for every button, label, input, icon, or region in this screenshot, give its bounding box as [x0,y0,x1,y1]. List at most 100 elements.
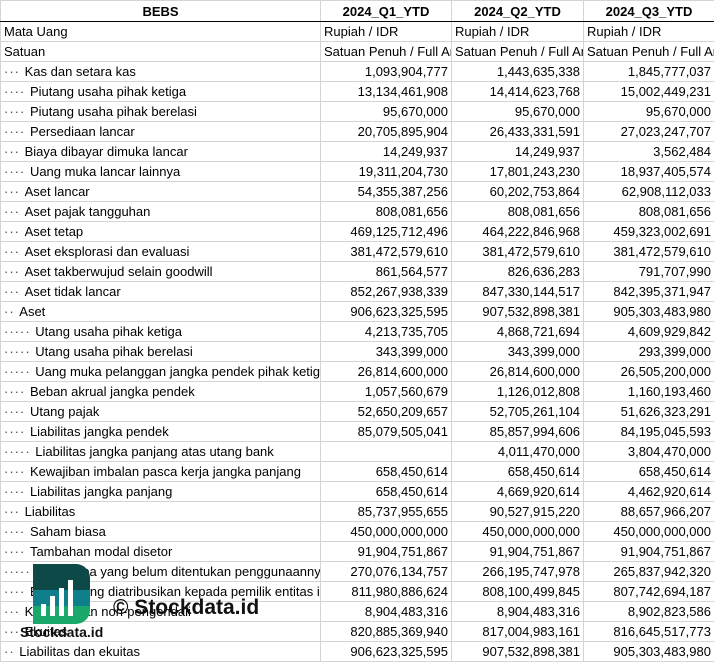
row-label[interactable]: ··· Aset tetap [1,222,321,242]
row-label[interactable]: ···· Liabilitas jangka panjang [1,482,321,502]
row-label[interactable]: ····· Uang muka pelanggan jangka pendek … [1,362,321,382]
value-cell[interactable]: 85,079,505,041 [321,422,452,442]
value-cell[interactable]: 1,057,560,679 [321,382,452,402]
value-cell[interactable]: 51,626,323,291 [584,402,714,422]
value-cell[interactable]: 95,670,000 [321,102,452,122]
value-cell[interactable]: 842,395,371,947 [584,282,714,302]
row-label[interactable]: ···· Uang muka lancar lainnya [1,162,321,182]
row-label[interactable]: ···· Piutang usaha pihak berelasi [1,102,321,122]
value-cell[interactable]: 381,472,579,610 [321,242,452,262]
value-cell[interactable]: 52,705,261,104 [452,402,584,422]
value-cell[interactable]: 90,527,915,220 [452,502,584,522]
value-cell[interactable]: 808,100,499,845 [452,582,584,602]
header-period-q2[interactable]: 2024_Q2_YTD [452,1,584,22]
row-label[interactable]: ··· Aset takberwujud selain goodwill [1,262,321,282]
value-cell[interactable]: 464,222,846,968 [452,222,584,242]
value-cell[interactable]: 808,081,656 [584,202,714,222]
row-label[interactable]: ··· Aset tidak lancar [1,282,321,302]
value-cell[interactable]: 817,004,983,161 [452,622,584,642]
value-cell[interactable]: 791,707,990 [584,262,714,282]
row-label[interactable]: ···· Saham biasa [1,522,321,542]
value-cell[interactable]: 52,650,209,657 [321,402,452,422]
value-cell[interactable]: 826,636,283 [452,262,584,282]
value-cell[interactable]: 905,303,483,980 [584,302,714,322]
row-label[interactable]: ··· Liabilitas [1,502,321,522]
value-cell[interactable]: 1,443,635,338 [452,62,584,82]
value-cell[interactable]: 13,134,461,908 [321,82,452,102]
row-label[interactable]: ···· Piutang usaha pihak ketiga [1,82,321,102]
value-cell[interactable]: 4,609,929,842 [584,322,714,342]
value-cell[interactable]: 808,081,656 [321,202,452,222]
value-cell[interactable]: 4,868,721,694 [452,322,584,342]
value-cell[interactable]: 8,904,483,316 [321,602,452,622]
value-cell[interactable]: 4,213,735,705 [321,322,452,342]
value-cell[interactable]: 811,980,886,624 [321,582,452,602]
row-label[interactable]: ···· Kewajiban imbalan pasca kerja jangk… [1,462,321,482]
row-label[interactable]: ····· Utang usaha pihak ketiga [1,322,321,342]
value-cell[interactable]: 20,705,895,904 [321,122,452,142]
row-label[interactable]: ·· Aset [1,302,321,322]
value-cell[interactable]: 8,904,483,316 [452,602,584,622]
value-cell[interactable]: 450,000,000,000 [321,522,452,542]
value-cell[interactable]: 1,093,904,777 [321,62,452,82]
value-cell[interactable]: 26,814,600,000 [321,362,452,382]
row-label[interactable]: ···· Tambahan modal disetor [1,542,321,562]
value-cell[interactable]: 27,023,247,707 [584,122,714,142]
value-cell[interactable]: 381,472,579,610 [584,242,714,262]
value-cell[interactable]: 62,908,112,033 [584,182,714,202]
cell[interactable]: Rupiah / IDR [321,22,452,42]
value-cell[interactable]: 3,562,484 [584,142,714,162]
row-label[interactable]: ··· Aset lancar [1,182,321,202]
value-cell[interactable]: 658,450,614 [321,462,452,482]
value-cell[interactable]: 907,532,898,381 [452,642,584,662]
header-period-q1[interactable]: 2024_Q1_YTD [321,1,452,22]
cell[interactable]: Satuan Penuh / Full Amount [584,42,714,62]
value-cell[interactable]: 19,311,204,730 [321,162,452,182]
value-cell[interactable]: 14,414,623,768 [452,82,584,102]
value-cell[interactable]: 907,532,898,381 [452,302,584,322]
value-cell[interactable]: 847,330,144,517 [452,282,584,302]
value-cell[interactable]: 88,657,966,207 [584,502,714,522]
value-cell[interactable]: 14,249,937 [452,142,584,162]
value-cell[interactable]: 26,814,600,000 [452,362,584,382]
row-label[interactable]: ···· Liabilitas jangka pendek [1,422,321,442]
value-cell[interactable]: 807,742,694,187 [584,582,714,602]
value-cell[interactable]: 1,160,193,460 [584,382,714,402]
value-cell[interactable] [321,442,452,462]
value-cell[interactable]: 4,011,470,000 [452,442,584,462]
value-cell[interactable]: 293,399,000 [584,342,714,362]
header-period-q3[interactable]: 2024_Q3_YTD [584,1,714,22]
cell[interactable]: Rupiah / IDR [452,22,584,42]
value-cell[interactable]: 343,399,000 [452,342,584,362]
value-cell[interactable]: 26,433,331,591 [452,122,584,142]
value-cell[interactable]: 459,323,002,691 [584,222,714,242]
value-cell[interactable]: 91,904,751,867 [452,542,584,562]
value-cell[interactable]: 85,737,955,655 [321,502,452,522]
cell[interactable]: Rupiah / IDR [584,22,714,42]
row-label[interactable]: ····· Saldo laba yang belum ditentukan p… [1,562,321,582]
value-cell[interactable]: 270,076,134,757 [321,562,452,582]
value-cell[interactable]: 14,249,937 [321,142,452,162]
row-label[interactable]: ··· Kas dan setara kas [1,62,321,82]
value-cell[interactable]: 906,623,325,595 [321,302,452,322]
value-cell[interactable]: 469,125,712,496 [321,222,452,242]
value-cell[interactable]: 905,303,483,980 [584,642,714,662]
header-company-code[interactable]: BEBS [1,1,321,22]
row-label[interactable]: ··· Aset pajak tangguhan [1,202,321,222]
value-cell[interactable]: 60,202,753,864 [452,182,584,202]
value-cell[interactable]: 54,355,387,256 [321,182,452,202]
value-cell[interactable]: 3,804,470,000 [584,442,714,462]
row-label[interactable]: ····· Utang usaha pihak berelasi [1,342,321,362]
value-cell[interactable]: 26,505,200,000 [584,362,714,382]
value-cell[interactable]: 658,450,614 [584,462,714,482]
value-cell[interactable]: 91,904,751,867 [584,542,714,562]
row-label[interactable]: ··· Aset eksplorasi dan evaluasi [1,242,321,262]
row-label[interactable]: ·· Liabilitas dan ekuitas [1,642,321,662]
value-cell[interactable]: 18,937,405,574 [584,162,714,182]
row-label[interactable]: ····· Liabilitas jangka panjang atas uta… [1,442,321,462]
row-label[interactable]: ···· Persediaan lancar [1,122,321,142]
value-cell[interactable]: 816,645,517,773 [584,622,714,642]
value-cell[interactable]: 265,837,942,320 [584,562,714,582]
row-label[interactable]: ··· Biaya dibayar dimuka lancar [1,142,321,162]
value-cell[interactable]: 91,904,751,867 [321,542,452,562]
